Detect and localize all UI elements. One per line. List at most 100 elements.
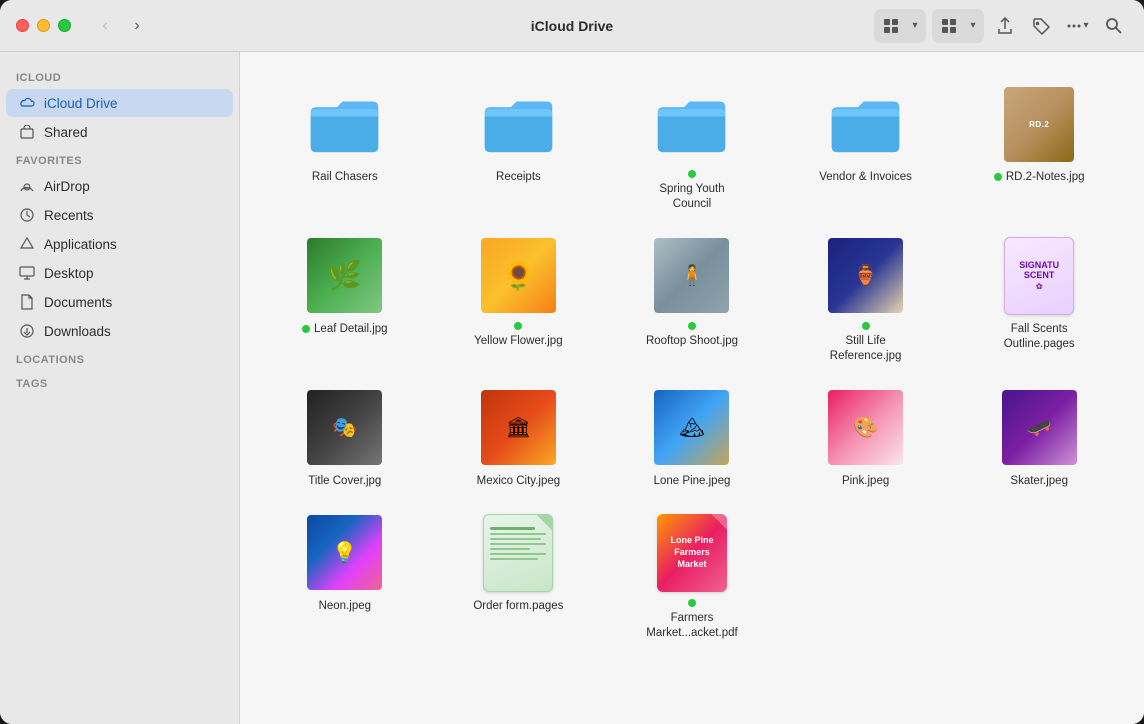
lone-pine-image: 🏔 bbox=[654, 390, 729, 465]
sidebar-item-label: Desktop bbox=[44, 266, 94, 281]
sync-badge bbox=[302, 325, 310, 333]
file-item-still-life[interactable]: 🏺 Still Life Reference.jpg bbox=[781, 228, 951, 372]
thumb-pink: 🎨 bbox=[826, 388, 906, 468]
thumb-order-form bbox=[478, 513, 558, 593]
thumb-fall-scents: SIGNATUSCENT✿ bbox=[999, 236, 1079, 316]
grid-dropdown-button[interactable]: ▾ bbox=[906, 11, 924, 41]
file-item-mexico-city[interactable]: 🏛 Mexico City.jpeg bbox=[434, 380, 604, 497]
file-label-rooftop: Rooftop Shoot.jpg bbox=[642, 322, 742, 349]
file-label-fall-scents: Fall Scents Outline.pages bbox=[989, 322, 1089, 352]
minimize-button[interactable] bbox=[37, 19, 50, 32]
file-item-vendor[interactable]: Vendor & Invoices bbox=[781, 76, 951, 220]
sidebar-item-label: AirDrop bbox=[44, 179, 90, 194]
content-area: iCloud iCloud Drive Shared Favorites bbox=[0, 52, 1144, 724]
pink-image: 🎨 bbox=[828, 390, 903, 465]
back-button[interactable]: ‹ bbox=[91, 12, 119, 40]
forward-button[interactable]: › bbox=[123, 12, 151, 40]
desktop-icon bbox=[18, 264, 36, 282]
file-label-mexico-city: Mexico City.jpeg bbox=[477, 474, 561, 489]
file-label-yellow-flower: Yellow Flower.jpg bbox=[468, 322, 568, 349]
nav-buttons: ‹ › bbox=[91, 12, 151, 40]
yellow-flower-image: 🌻 bbox=[481, 238, 556, 313]
sidebar-item-airdrop[interactable]: AirDrop bbox=[6, 172, 233, 200]
leaf-image: 🌿 bbox=[307, 238, 382, 313]
rd-notes-image: RD.2 bbox=[1004, 87, 1074, 162]
more-button[interactable]: ▾ bbox=[1062, 11, 1092, 41]
sidebar: iCloud iCloud Drive Shared Favorites bbox=[0, 52, 240, 724]
file-item-rd-notes[interactable]: RD.2 RD.2-Notes.jpg bbox=[954, 76, 1124, 220]
file-item-neon[interactable]: 💡 Neon.jpeg bbox=[260, 505, 430, 649]
file-label-still-life: Still Life Reference.jpg bbox=[816, 322, 916, 364]
thumb-farmers-market: Lone PineFarmers Market bbox=[652, 513, 732, 593]
file-item-rail-chasers[interactable]: Rail Chasers bbox=[260, 76, 430, 220]
list-view-button[interactable] bbox=[934, 11, 964, 41]
search-button[interactable] bbox=[1098, 11, 1128, 41]
tag-button[interactable] bbox=[1026, 11, 1056, 41]
folder-thumb-spring-youth bbox=[652, 84, 732, 164]
airdrop-icon bbox=[18, 177, 36, 195]
recents-icon bbox=[18, 206, 36, 224]
sync-badge bbox=[994, 173, 1002, 181]
traffic-lights bbox=[16, 19, 71, 32]
icloud-section-header: iCloud bbox=[0, 64, 239, 88]
shared-icon bbox=[18, 123, 36, 141]
sidebar-item-documents[interactable]: Documents bbox=[6, 288, 233, 316]
file-item-title-cover[interactable]: 🎭 Title Cover.jpg bbox=[260, 380, 430, 497]
file-label-neon: Neon.jpeg bbox=[319, 599, 371, 614]
sidebar-item-desktop[interactable]: Desktop bbox=[6, 259, 233, 287]
window-title: iCloud Drive bbox=[531, 18, 613, 34]
thumb-title-cover: 🎭 bbox=[305, 388, 385, 468]
file-item-rooftop[interactable]: 🧍 Rooftop Shoot.jpg bbox=[607, 228, 777, 372]
file-label-title-cover: Title Cover.jpg bbox=[308, 474, 381, 489]
sidebar-item-label: Shared bbox=[44, 125, 88, 140]
farmers-market-doc: Lone PineFarmers Market bbox=[657, 514, 727, 592]
locations-section-header: Locations bbox=[0, 346, 239, 370]
sync-badge bbox=[514, 322, 522, 330]
file-item-fall-scents[interactable]: SIGNATUSCENT✿ Fall Scents Outline.pages bbox=[954, 228, 1124, 372]
neon-image: 💡 bbox=[307, 515, 382, 590]
sidebar-item-label: Downloads bbox=[44, 324, 111, 339]
file-grid: Rail Chasers Receipts bbox=[260, 76, 1124, 649]
skater-image: 🛹 bbox=[1002, 390, 1077, 465]
share-button[interactable] bbox=[990, 11, 1020, 41]
file-item-order-form[interactable]: Order form.pages bbox=[434, 505, 604, 649]
sidebar-item-downloads[interactable]: Downloads bbox=[6, 317, 233, 345]
file-item-yellow-flower[interactable]: 🌻 Yellow Flower.jpg bbox=[434, 228, 604, 372]
sidebar-item-shared[interactable]: Shared bbox=[6, 118, 233, 146]
thumb-lone-pine: 🏔 bbox=[652, 388, 732, 468]
file-item-lone-pine[interactable]: 🏔 Lone Pine.jpeg bbox=[607, 380, 777, 497]
file-item-pink[interactable]: 🎨 Pink.jpeg bbox=[781, 380, 951, 497]
file-item-skater[interactable]: 🛹 Skater.jpeg bbox=[954, 380, 1124, 497]
file-label-receipts: Receipts bbox=[496, 170, 541, 185]
file-label-vendor: Vendor & Invoices bbox=[819, 170, 912, 185]
toolbar-actions: ▾ ▾ bbox=[874, 9, 1128, 43]
sync-badge bbox=[688, 322, 696, 330]
file-label-rail-chasers: Rail Chasers bbox=[312, 170, 378, 185]
list-dropdown-button[interactable]: ▾ bbox=[964, 11, 982, 41]
view-toggle-group: ▾ bbox=[874, 9, 926, 43]
close-button[interactable] bbox=[16, 19, 29, 32]
tags-section-header: Tags bbox=[0, 370, 239, 394]
file-item-receipts[interactable]: Receipts bbox=[434, 76, 604, 220]
sidebar-item-recents[interactable]: Recents bbox=[6, 201, 233, 229]
still-life-image: 🏺 bbox=[828, 238, 903, 313]
maximize-button[interactable] bbox=[58, 19, 71, 32]
folder-thumb-rail-chasers bbox=[305, 84, 385, 164]
thumb-leaf: 🌿 bbox=[305, 236, 385, 316]
grid-view-button[interactable] bbox=[876, 11, 906, 41]
file-item-spring-youth[interactable]: Spring Youth Council bbox=[607, 76, 777, 220]
favorites-section-header: Favorites bbox=[0, 147, 239, 171]
sidebar-item-label: Applications bbox=[44, 237, 117, 252]
rooftop-image: 🧍 bbox=[654, 238, 729, 313]
sidebar-item-applications[interactable]: Applications bbox=[6, 230, 233, 258]
file-label-skater: Skater.jpeg bbox=[1010, 474, 1068, 489]
file-item-farmers-market[interactable]: Lone PineFarmers Market Farmers Market..… bbox=[607, 505, 777, 649]
sidebar-item-icloud-drive[interactable]: iCloud Drive bbox=[6, 89, 233, 117]
title-cover-image: 🎭 bbox=[307, 390, 382, 465]
file-label-order-form: Order form.pages bbox=[473, 599, 563, 614]
thumb-yellow-flower: 🌻 bbox=[478, 236, 558, 316]
sync-badge bbox=[688, 170, 696, 178]
list-view-group: ▾ bbox=[932, 9, 984, 43]
file-label-farmers-market: Farmers Market...acket.pdf bbox=[642, 599, 742, 641]
file-item-leaf[interactable]: 🌿 Leaf Detail.jpg bbox=[260, 228, 430, 372]
